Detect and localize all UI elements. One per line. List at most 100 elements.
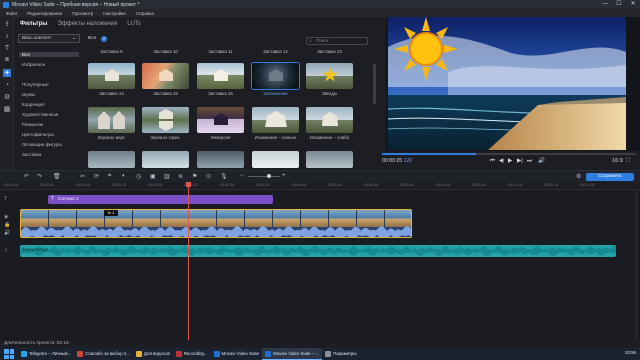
- cut-icon[interactable]: ✂: [80, 173, 85, 180]
- taskbar-item-movavi[interactable]: Movavi Video Suite: [211, 348, 263, 360]
- menu-edit[interactable]: Редактирование: [27, 11, 62, 16]
- effect-tile[interactable]: [252, 151, 299, 168]
- category-blur[interactable]: Размытие: [22, 122, 43, 127]
- tab-luts[interactable]: LUTs: [127, 21, 141, 27]
- marker-icon[interactable]: ⚑: [192, 173, 197, 180]
- category-color-filters[interactable]: Цветофильтры: [22, 132, 54, 137]
- taskbar-item-folder[interactable]: Для видосов: [133, 348, 173, 360]
- speaker-icon[interactable]: 🔊: [4, 230, 10, 236]
- effect-tile[interactable]: Заставка 15: [142, 63, 189, 96]
- title-track-icon[interactable]: T: [4, 196, 7, 202]
- taskbar-item-recording[interactable]: Recording...: [173, 348, 211, 360]
- category-favorites[interactable]: Избранное: [22, 62, 45, 67]
- taskbar-item-telegram[interactable]: Telegram – Личный...: [18, 348, 74, 360]
- menu-help[interactable]: Справка: [136, 11, 154, 16]
- lock-icon[interactable]: 🔒: [4, 222, 10, 228]
- video-clip[interactable]: [20, 209, 412, 238]
- tab-overlay-effects[interactable]: Эффекты наложения: [58, 21, 118, 27]
- close-button[interactable]: ✕: [626, 0, 640, 9]
- search-input[interactable]: ⌕ Поиск: [306, 37, 368, 45]
- titles-icon[interactable]: T: [3, 44, 11, 52]
- color-icon[interactable]: ◐: [122, 173, 126, 179]
- title-clip[interactable]: T Солнце 1: [48, 195, 273, 204]
- filters-icon[interactable]: ✦: [3, 69, 11, 77]
- zoom-slider[interactable]: [248, 174, 280, 178]
- fx-badge[interactable]: fx 1: [104, 210, 118, 216]
- fullscreen-icon[interactable]: ⛶: [626, 158, 630, 165]
- skip-back-icon[interactable]: ⏮: [490, 158, 495, 165]
- delete-icon[interactable]: 🗑: [53, 173, 61, 180]
- maximize-button[interactable]: ☐: [612, 0, 626, 9]
- speed-icon[interactable]: ◷: [136, 173, 141, 180]
- export-button[interactable]: Сохранить: [586, 173, 634, 181]
- effect-tile[interactable]: Заставка 16: [197, 63, 244, 96]
- effect-tile[interactable]: Звезды: [306, 63, 353, 96]
- undo-icon[interactable]: ↶: [24, 173, 29, 180]
- play-icon[interactable]: ▶: [508, 158, 512, 164]
- playhead[interactable]: [186, 182, 191, 342]
- effect-tile[interactable]: [197, 151, 244, 168]
- redo-icon[interactable]: ↷: [37, 173, 42, 180]
- category-artistic[interactable]: Художественные: [22, 112, 58, 117]
- category-correction[interactable]: Коррекция: [22, 102, 45, 107]
- category-all[interactable]: Все: [19, 52, 79, 57]
- effect-tile[interactable]: [142, 151, 189, 168]
- effect-tile[interactable]: Инверсия: [197, 107, 244, 140]
- settings-icon[interactable]: ⚙: [576, 173, 581, 180]
- aspect-ratio-select[interactable]: 16:9: [612, 158, 623, 164]
- pin-icon[interactable]: ⊙: [206, 173, 211, 180]
- preview-seekbar[interactable]: [382, 153, 636, 155]
- stickers-icon[interactable]: ◔: [3, 81, 11, 89]
- taskbar-item-browser[interactable]: Спасибо за выбор п...: [74, 348, 133, 360]
- effect-tile[interactable]: [306, 151, 353, 168]
- eye-icon[interactable]: ◉: [4, 214, 8, 220]
- effect-tile[interactable]: Заставка 14: [88, 63, 135, 96]
- zoom-slider-handle[interactable]: [267, 174, 271, 178]
- menu-view[interactable]: Просмотр: [72, 11, 93, 16]
- more-tools-icon[interactable]: ▦: [3, 105, 11, 113]
- category-noise[interactable]: Шумы: [22, 92, 35, 97]
- tab-filters[interactable]: Фильтры: [20, 21, 48, 27]
- tools-icon[interactable]: ⚙: [3, 93, 11, 101]
- effect-tile[interactable]: [88, 151, 135, 168]
- effect-tile[interactable]: Искажение – сильно: [252, 107, 299, 140]
- music-icon[interactable]: ♪: [3, 32, 11, 40]
- effect-tile[interactable]: Затемнение: [251, 62, 300, 96]
- zoom-out-icon[interactable]: −: [240, 173, 244, 179]
- video-frame: [49, 210, 76, 227]
- help-icon[interactable]: ?: [101, 36, 107, 42]
- volume-icon[interactable]: 🔊: [538, 158, 545, 164]
- category-flying-shapes[interactable]: Летающие фигуры: [22, 142, 62, 147]
- library-scrollbar[interactable]: [373, 64, 376, 104]
- crop-icon[interactable]: ⌗: [108, 173, 111, 180]
- timeline-ruler[interactable]: 00:00:00 00:00:05 00:00:10 00:00:15 00:0…: [0, 182, 640, 190]
- microphone-icon[interactable]: 🎙: [220, 173, 228, 180]
- music-track-icon[interactable]: ♫: [4, 247, 8, 253]
- step-back-icon[interactable]: ◀: [499, 158, 503, 164]
- playhead-handle[interactable]: [186, 182, 191, 187]
- taskbar-item-movavi-editor[interactable]: Movavi Video Suite – ...: [262, 348, 323, 360]
- menu-settings[interactable]: Настройки: [103, 11, 126, 16]
- effect-tile[interactable]: Искажение – слабо: [306, 107, 353, 140]
- chroma-icon[interactable]: ▥: [164, 173, 170, 180]
- rotate-icon[interactable]: ⟳: [94, 173, 99, 180]
- timeline-scrollbar[interactable]: [635, 190, 638, 340]
- audio-icon[interactable]: ≋: [178, 173, 183, 180]
- minimize-button[interactable]: —: [598, 0, 612, 9]
- effect-tile[interactable]: Зеркало гориз.: [142, 107, 189, 140]
- menu-file[interactable]: Файл: [6, 11, 17, 16]
- taskbar-item-settings[interactable]: Параметры: [322, 348, 359, 360]
- zoom-in-icon[interactable]: +: [282, 173, 286, 179]
- content-select[interactable]: Весь контент ⌄: [18, 34, 80, 43]
- import-icon[interactable]: ⇪: [3, 20, 11, 28]
- audio-clip[interactable]: Laurent.mp3: [20, 245, 616, 257]
- tray-clock: 20:56: [625, 350, 636, 355]
- transitions-icon[interactable]: ⧈: [3, 56, 11, 64]
- skip-forward-icon[interactable]: ⏭: [527, 158, 532, 165]
- start-icon[interactable]: [4, 349, 14, 359]
- step-forward-icon[interactable]: ▶|: [517, 158, 523, 164]
- effect-tile[interactable]: Зеркало верт.: [88, 107, 135, 140]
- stabilize-icon[interactable]: ▣: [150, 173, 156, 180]
- category-intro[interactable]: Заставка: [22, 152, 41, 157]
- category-popular[interactable]: Популярные: [22, 82, 49, 87]
